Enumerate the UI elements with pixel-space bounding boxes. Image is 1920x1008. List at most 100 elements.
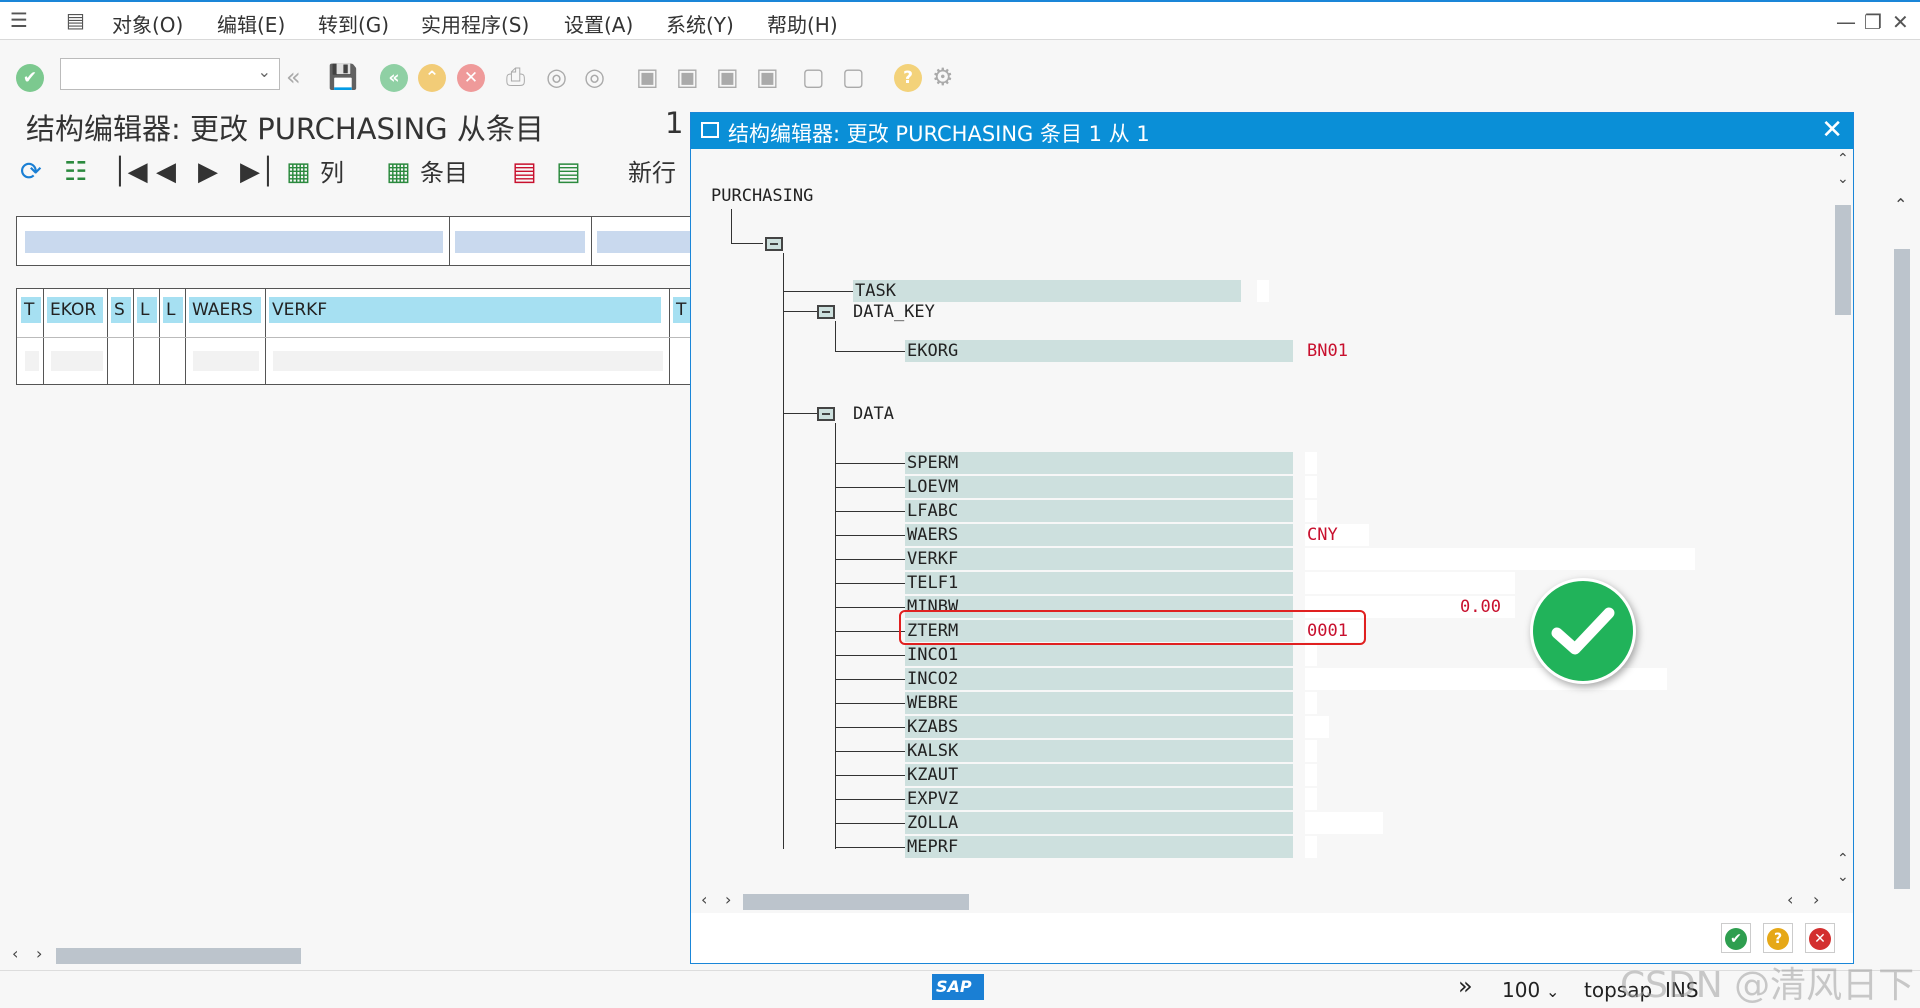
next-page-icon[interactable]: ▣: [716, 62, 739, 92]
scroll-left-icon[interactable]: ‹: [701, 890, 707, 909]
delete-row-icon[interactable]: ▤: [512, 154, 537, 190]
confirm-button[interactable]: ✔: [1721, 923, 1751, 953]
scroll-thumb[interactable]: [56, 948, 301, 964]
scroll-right-icon[interactable]: ›: [1813, 890, 1819, 909]
field-value-zolla[interactable]: [1305, 812, 1383, 835]
restore-icon[interactable]: ❐: [1864, 10, 1882, 34]
next-entry-icon[interactable]: ▶: [198, 154, 218, 190]
save-icon[interactable]: 💾: [328, 62, 358, 92]
table-cell[interactable]: [193, 351, 259, 371]
field-value-task[interactable]: [1257, 280, 1269, 302]
main-vertical-scrollbar[interactable]: ⌃: [1890, 195, 1912, 955]
new-session-icon[interactable]: ▢: [802, 62, 825, 92]
field-value-inco1[interactable]: [1305, 643, 1317, 666]
header-field[interactable]: [455, 231, 585, 253]
help-icon[interactable]: ?: [894, 64, 922, 92]
zoom-level[interactable]: 100: [1502, 978, 1540, 1002]
scroll-right-icon[interactable]: ›: [36, 944, 42, 963]
scroll-up-icon[interactable]: ⌃: [1837, 151, 1849, 167]
back-first-icon[interactable]: «: [286, 62, 301, 92]
cancel-button[interactable]: ✕: [1805, 923, 1835, 953]
field-value-verkf[interactable]: [1305, 547, 1695, 570]
app-menu-icon[interactable]: ☰: [10, 8, 28, 32]
print-icon[interactable]: ⎙: [506, 62, 525, 92]
field-value-expvz[interactable]: [1305, 788, 1317, 811]
chevron-down-icon[interactable]: ⌄: [258, 62, 271, 81]
command-field[interactable]: ⌄: [60, 58, 280, 90]
layout-icon[interactable]: ▤: [66, 8, 85, 32]
scroll-right-icon[interactable]: ›: [725, 890, 731, 909]
column-header[interactable]: EKOR: [47, 297, 103, 323]
minimize-icon[interactable]: —: [1836, 10, 1856, 34]
menu-goto[interactable]: 转到(G): [318, 9, 389, 38]
entry-button-label[interactable]: 条目: [420, 157, 468, 189]
cancel-icon[interactable]: ✕: [457, 64, 485, 92]
field-value-telf1[interactable]: [1305, 571, 1515, 594]
field-value-webre[interactable]: [1305, 692, 1317, 714]
close-icon[interactable]: ✕: [1821, 115, 1843, 145]
exit-icon[interactable]: ⌃: [418, 64, 446, 92]
help-button[interactable]: ?: [1763, 923, 1793, 953]
column-button-label[interactable]: 列: [320, 157, 344, 189]
scroll-up-icon[interactable]: ⌃: [1837, 851, 1849, 867]
header-field[interactable]: [25, 231, 443, 253]
column-icon[interactable]: ▦: [286, 154, 311, 190]
menu-settings[interactable]: 设置(A): [564, 9, 633, 38]
find-icon[interactable]: ◎: [546, 62, 567, 92]
prev-page-icon[interactable]: ▣: [676, 62, 699, 92]
menu-edit[interactable]: 编辑(E): [217, 9, 285, 38]
scroll-up-icon[interactable]: ⌃: [1894, 195, 1907, 214]
column-header[interactable]: L: [137, 297, 157, 323]
column-header[interactable]: S: [111, 297, 131, 323]
field-value-kzabs[interactable]: [1305, 716, 1329, 739]
scroll-thumb[interactable]: [743, 894, 969, 910]
first-entry-icon[interactable]: │◀: [112, 154, 148, 190]
dialog-horizontal-scrollbar[interactable]: ‹ › ‹ ›: [691, 889, 1853, 913]
menu-utilities[interactable]: 实用程序(S): [421, 9, 529, 38]
hierarchy-icon[interactable]: ☷: [64, 154, 87, 190]
back-icon[interactable]: «: [380, 64, 408, 92]
menu-object[interactable]: 对象(O): [112, 9, 183, 38]
refresh-icon[interactable]: ⟳: [20, 154, 42, 190]
field-value-sperm[interactable]: [1305, 451, 1317, 474]
column-header[interactable]: T: [21, 297, 41, 323]
enter-icon[interactable]: ✔: [16, 64, 44, 92]
scroll-left-icon[interactable]: ‹: [12, 944, 18, 963]
table-cell[interactable]: [51, 351, 103, 371]
folder-icon[interactable]: [817, 305, 835, 319]
scroll-thumb[interactable]: [1835, 205, 1851, 315]
field-value-ekorg[interactable]: BN01: [1305, 340, 1385, 362]
field-value-lfabc[interactable]: [1305, 499, 1317, 522]
field-value-loevm[interactable]: [1305, 475, 1317, 498]
last-page-icon[interactable]: ▣: [756, 62, 779, 92]
insert-row-icon[interactable]: ▤: [556, 154, 581, 190]
field-value-kalsk[interactable]: [1305, 740, 1317, 763]
chevron-down-icon[interactable]: ⌄: [1546, 982, 1559, 1001]
field-value-kzaut[interactable]: [1305, 764, 1317, 787]
menu-system[interactable]: 系统(Y): [666, 9, 734, 38]
field-value-meprf[interactable]: [1305, 836, 1317, 859]
shortcut-icon[interactable]: ▢: [842, 62, 865, 92]
first-page-icon[interactable]: ▣: [636, 62, 659, 92]
menu-help[interactable]: 帮助(H): [767, 9, 838, 38]
expand-status-icon[interactable]: »: [1458, 972, 1473, 1000]
table-cell[interactable]: [25, 351, 39, 371]
table-cell[interactable]: [273, 351, 663, 371]
folder-icon[interactable]: [765, 237, 783, 251]
main-horizontal-scrollbar[interactable]: ‹ ›: [0, 944, 690, 968]
close-window-icon[interactable]: ✕: [1892, 10, 1909, 34]
last-entry-icon[interactable]: ▶│: [240, 154, 276, 190]
scroll-down-icon[interactable]: ⌄: [1837, 869, 1849, 885]
folder-icon[interactable]: [817, 407, 835, 421]
settings-gear-icon[interactable]: ⚙: [932, 62, 954, 92]
dialog-vertical-scrollbar[interactable]: ⌃ ⌄ ⌃ ⌄: [1831, 149, 1853, 889]
find-next-icon[interactable]: ◎: [584, 62, 605, 92]
field-value-waers[interactable]: CNY: [1305, 523, 1369, 546]
column-header[interactable]: L: [163, 297, 183, 323]
scroll-down-icon[interactable]: ⌄: [1837, 171, 1849, 187]
scroll-left-icon[interactable]: ‹: [1787, 890, 1793, 909]
prev-entry-icon[interactable]: ◀: [156, 154, 176, 190]
column-header[interactable]: WAERS: [189, 297, 261, 323]
scroll-thumb[interactable]: [1894, 249, 1910, 889]
new-row-button-label[interactable]: 新行: [628, 157, 676, 189]
